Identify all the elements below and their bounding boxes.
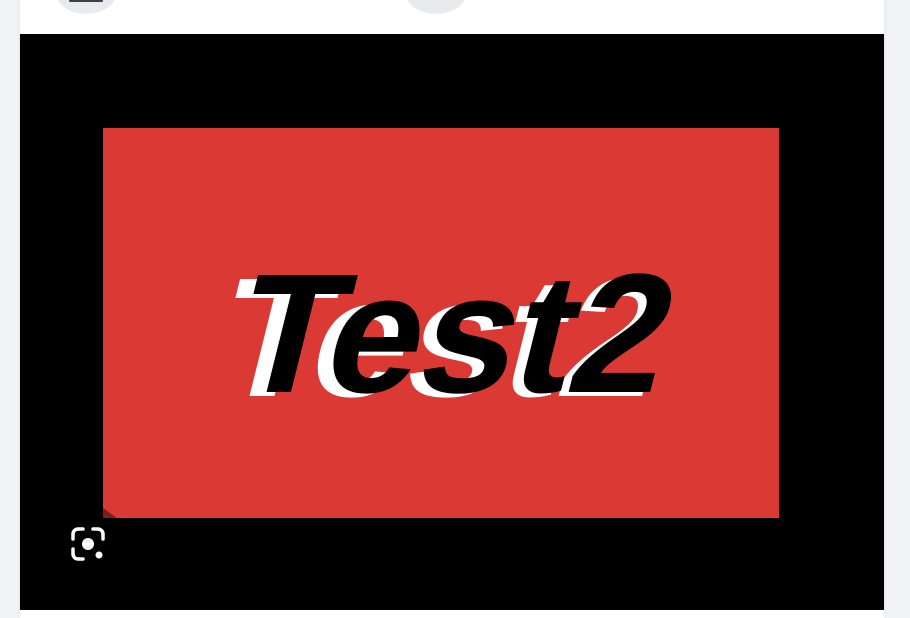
bottom-strip (20, 610, 884, 618)
menu-icon (69, 0, 103, 2)
image-graphic: Test2 Test2 (103, 128, 779, 518)
google-lens-button[interactable] (66, 522, 110, 566)
page: Test2 Test2 (0, 0, 910, 618)
logo-text: Test2 (218, 238, 695, 428)
image-viewer: Test2 Test2 (20, 34, 884, 610)
google-lens-icon (71, 527, 105, 561)
top-toolbar (20, 0, 884, 34)
circle-button[interactable] (406, 0, 466, 14)
menu-button[interactable] (56, 0, 116, 14)
image-red-panel: Test2 Test2 (103, 128, 779, 518)
image-card: Test2 Test2 (20, 0, 884, 618)
